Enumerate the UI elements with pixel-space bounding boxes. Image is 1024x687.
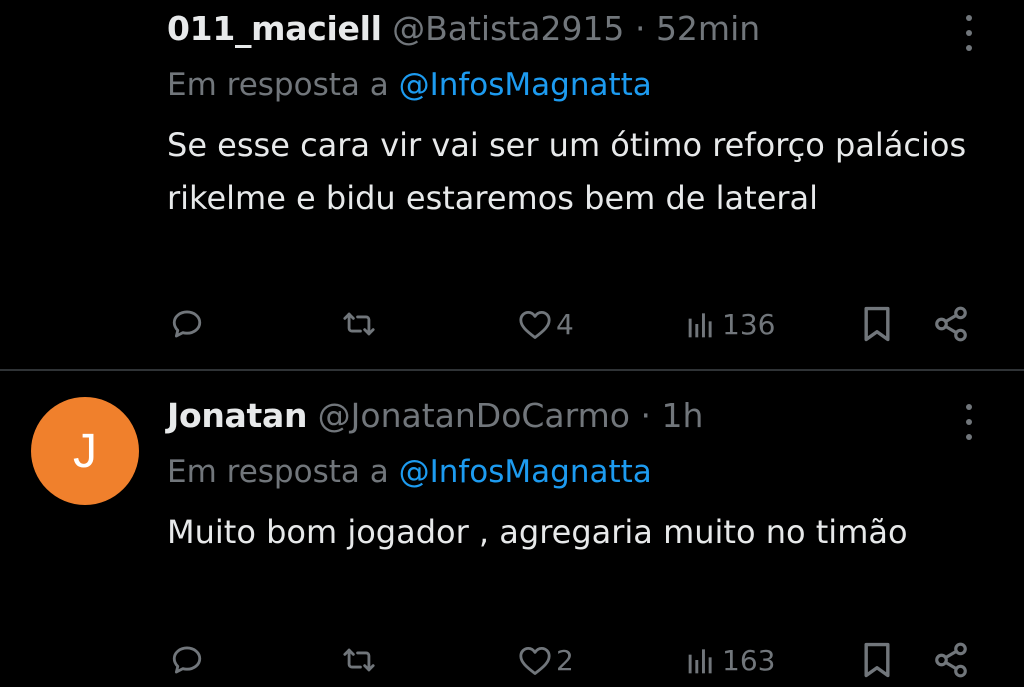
reply-prefix: Em resposta a — [167, 454, 389, 490]
retweet-icon — [343, 648, 375, 672]
like-button[interactable]: 4 — [518, 302, 574, 346]
user-handle[interactable]: @JonatanDoCarmo — [318, 396, 630, 435]
timestamp[interactable]: 1h — [661, 396, 703, 435]
timestamp[interactable]: 52min — [656, 9, 760, 48]
reply-button[interactable] — [170, 638, 204, 682]
tweet[interactable]: 011_maciell @Batista2915 · 52min Em resp… — [0, 0, 1024, 370]
avatar[interactable]: J — [31, 397, 139, 505]
bookmark-button[interactable] — [860, 302, 894, 346]
tweet-header: Jonatan @JonatanDoCarmo · 1h — [167, 396, 703, 436]
heart-icon — [519, 646, 551, 675]
retweet-button[interactable] — [340, 638, 378, 682]
tweet-text: Se esse cara vir vai ser um ótimo reforç… — [167, 126, 967, 217]
tweet-actions: 2 163 — [0, 638, 1024, 682]
tweet-header: 011_maciell @Batista2915 · 52min — [167, 9, 760, 49]
retweet-button[interactable] — [340, 302, 378, 346]
share-button[interactable] — [932, 638, 970, 682]
reply-mention-link[interactable]: @InfosMagnatta — [399, 67, 652, 103]
reply-button[interactable] — [170, 302, 204, 346]
bar-chart-icon — [688, 313, 712, 338]
separator-dot: · — [634, 9, 646, 48]
views-button[interactable]: 136 — [686, 302, 775, 346]
more-options-icon[interactable] — [965, 404, 973, 440]
tweet-actions: 4 136 — [0, 302, 1024, 346]
bar-chart-icon — [688, 649, 712, 674]
like-count: 4 — [556, 307, 574, 341]
speech-bubble-icon — [172, 310, 202, 338]
user-handle[interactable]: @Batista2915 — [392, 9, 624, 48]
reply-context: Em resposta a @InfosMagnatta — [167, 452, 652, 492]
bookmark-icon — [864, 306, 890, 342]
reply-mention-link[interactable]: @InfosMagnatta — [399, 454, 652, 490]
view-count: 163 — [722, 643, 776, 677]
bookmark-icon — [864, 642, 890, 678]
tweet[interactable]: J Jonatan @JonatanDoCarmo · 1h Em respos… — [0, 371, 1024, 687]
reply-context: Em resposta a @InfosMagnatta — [167, 65, 652, 105]
retweet-icon — [343, 312, 375, 336]
speech-bubble-icon — [172, 646, 202, 674]
heart-icon — [519, 310, 551, 339]
share-icon — [935, 306, 967, 342]
separator-dot: · — [640, 396, 651, 435]
share-icon — [935, 642, 967, 678]
like-count: 2 — [556, 643, 574, 677]
bookmark-button[interactable] — [860, 638, 894, 682]
like-button[interactable]: 2 — [518, 638, 574, 682]
display-name[interactable]: Jonatan — [167, 396, 307, 435]
display-name[interactable]: 011_maciell — [167, 9, 382, 48]
views-button[interactable]: 163 — [686, 638, 775, 682]
tweet-text: Muito bom jogador , agregaria muito no t… — [167, 513, 908, 551]
view-count: 136 — [722, 307, 776, 341]
share-button[interactable] — [932, 302, 970, 346]
reply-prefix: Em resposta a — [167, 67, 389, 103]
more-options-icon[interactable] — [965, 15, 973, 51]
